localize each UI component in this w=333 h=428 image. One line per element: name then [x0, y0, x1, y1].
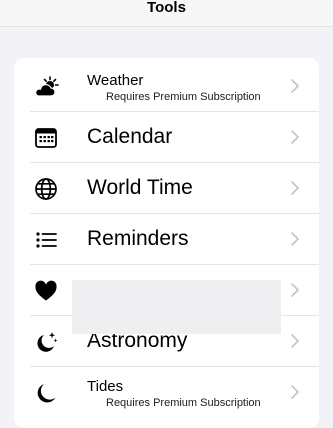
moon-icon: [33, 380, 59, 406]
chevron-right-icon: [291, 385, 299, 399]
item-subtitle: Requires Premium Subscription: [106, 397, 261, 409]
chevron-right-icon: [291, 130, 299, 144]
item-subtitle: Requires Premium Subscription: [106, 91, 261, 103]
list-item-tides[interactable]: Tides Requires Premium Subscription: [14, 367, 319, 418]
list-icon: [33, 227, 59, 253]
chevron-right-icon: [291, 232, 299, 246]
heart-icon: [33, 278, 59, 304]
navigation-bar: Tools: [0, 0, 333, 27]
tools-list: Weather Requires Premium Subscription Ca…: [14, 58, 319, 428]
item-label: World Time: [87, 176, 193, 199]
list-item-reminders[interactable]: Reminders: [14, 214, 319, 265]
item-label: Weather: [87, 72, 144, 89]
item-label: Tides: [87, 378, 124, 395]
item-label: Reminders: [87, 227, 189, 250]
moon-stars-icon: [33, 329, 59, 355]
chevron-right-icon: [291, 79, 299, 93]
chevron-right-icon: [291, 334, 299, 348]
chevron-right-icon: [291, 283, 299, 297]
item-label: Calendar: [87, 125, 173, 148]
chevron-right-icon: [291, 181, 299, 195]
calendar-icon: [33, 125, 59, 151]
list-item-weather[interactable]: Weather Requires Premium Subscription: [14, 61, 319, 112]
globe-icon: [33, 176, 59, 202]
page-title: Tools: [147, 0, 186, 16]
weather-icon: [33, 74, 59, 100]
list-item-calendar[interactable]: Calendar: [14, 112, 319, 163]
redacted-label: [72, 280, 281, 334]
list-item-world-time[interactable]: World Time: [14, 163, 319, 214]
